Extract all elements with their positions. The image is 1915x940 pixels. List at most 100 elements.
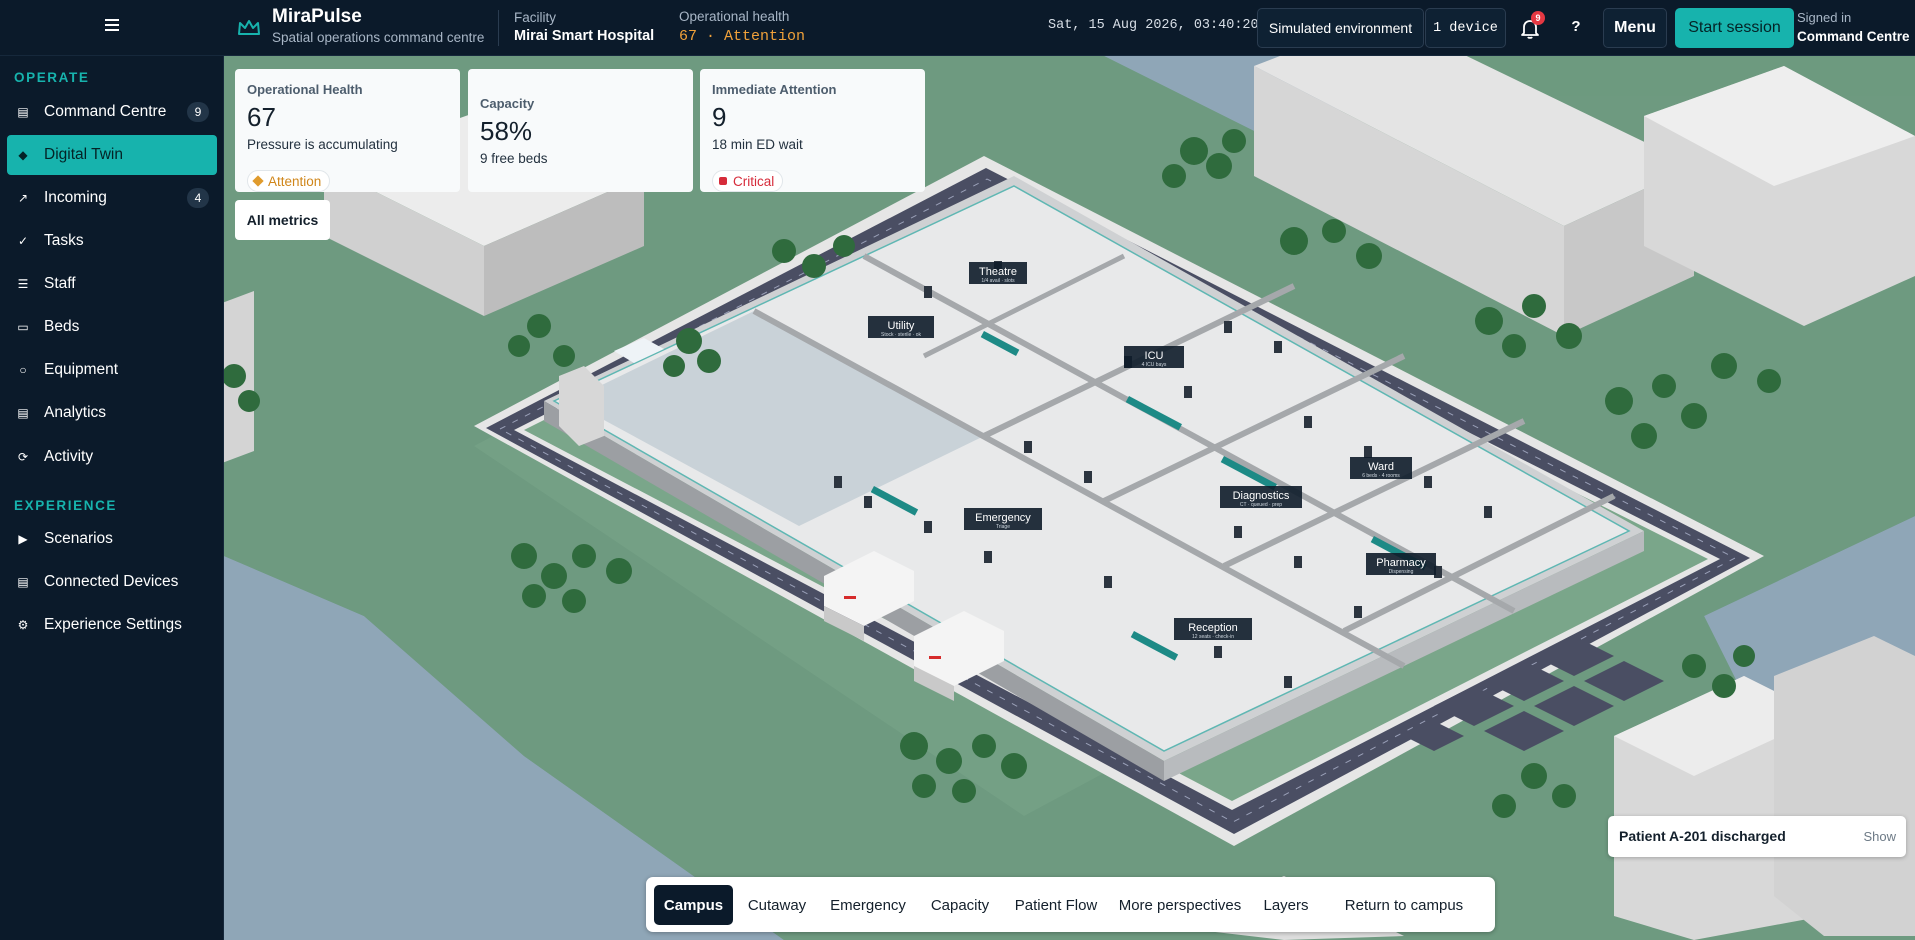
svg-text:12 seats · check-in: 12 seats · check-in xyxy=(1192,634,1234,640)
card-subtext: Pressure is accumulating xyxy=(247,137,398,152)
room-label-utility: Utility Stock · sterile · ok xyxy=(868,316,934,338)
play-icon: ▶ xyxy=(18,532,28,546)
view-emergency-button[interactable]: Emergency xyxy=(821,885,915,925)
sidebar-item-label: Incoming xyxy=(44,189,107,206)
notification-badge: 9 xyxy=(1531,11,1545,25)
sidebar-item-tasks[interactable]: ✓ Tasks xyxy=(7,221,217,261)
room-label-reception: Reception 12 seats · check-in xyxy=(1174,618,1252,640)
hamburger-menu-icon[interactable] xyxy=(103,16,121,38)
sidebar-item-label: Beds xyxy=(44,318,80,335)
diamond-icon xyxy=(252,175,264,187)
sidebar-item-analytics[interactable]: ▤ Analytics xyxy=(7,393,217,433)
svg-text:Theatre: Theatre xyxy=(979,266,1017,278)
facility-value: Mirai Smart Hospital xyxy=(514,28,655,44)
sidebar-item-activity[interactable]: ⟳ Activity xyxy=(7,437,217,477)
room-label-icu: ICU 4 ICU bays xyxy=(1124,346,1184,368)
datetime-display: Sat, 15 Aug 2026, 03:40:20 xyxy=(1048,18,1259,33)
grid-icon: ▤ xyxy=(17,105,29,119)
brand-subtitle: Spatial operations command centre xyxy=(272,30,485,45)
svg-text:Ward: Ward xyxy=(1368,461,1394,473)
card-subtext: 9 free beds xyxy=(480,151,548,166)
room-label-pharmacy: Pharmacy Dispensing xyxy=(1366,553,1436,575)
svg-text:1/4 avail · slots: 1/4 avail · slots xyxy=(981,278,1015,284)
view-patient-flow-button[interactable]: Patient Flow xyxy=(1005,885,1107,925)
sidebar-item-label: Digital Twin xyxy=(44,146,123,163)
card-title: Operational Health xyxy=(247,82,363,97)
perspective-bar: Campus Cutaway Emergency Capacity Patien… xyxy=(646,877,1495,932)
svg-text:Utility: Utility xyxy=(888,320,915,332)
more-perspectives-button[interactable]: More perspectives xyxy=(1110,885,1250,925)
facility-label: Facility xyxy=(514,10,557,25)
sidebar-item-digital-twin[interactable]: ◆ Digital Twin xyxy=(7,135,217,175)
card-subtext: 18 min ED wait xyxy=(712,137,803,152)
svg-text:Emergency: Emergency xyxy=(975,512,1031,524)
sidebar-item-label: Equipment xyxy=(44,361,119,378)
sidebar-item-incoming[interactable]: ↗ Incoming 4 xyxy=(7,178,217,218)
view-campus-button[interactable]: Campus xyxy=(654,885,733,925)
signed-in-value: Command Centre xyxy=(1797,29,1910,44)
card-operational-health[interactable]: Operational Health 67 Pressure is accumu… xyxy=(235,69,460,192)
sidebar-item-label: Analytics xyxy=(44,404,107,421)
room-label-diagnostics: Diagnostics CT · queued · prep xyxy=(1220,486,1302,508)
sidebar-item-experience-settings[interactable]: ⚙ Experience Settings xyxy=(7,605,217,645)
room-label-emergency: Emergency Triage xyxy=(964,508,1042,530)
health-value: 67 · Attention xyxy=(679,28,806,45)
sidebar-item-label: Tasks xyxy=(44,232,84,249)
square-icon xyxy=(719,177,727,185)
top-bar: MiraPulse Spatial operations command cen… xyxy=(0,0,1915,56)
card-capacity[interactable]: Capacity 58% 9 free beds xyxy=(468,69,693,192)
sidebar-item-label: Connected Devices xyxy=(44,573,179,590)
sidebar-item-equipment[interactable]: ○ Equipment xyxy=(7,350,217,390)
card-value: 67 xyxy=(247,102,276,132)
toast-message: Patient A-201 discharged xyxy=(1619,828,1786,844)
circle-icon: ○ xyxy=(19,363,27,377)
attention-chip: Attention xyxy=(247,170,331,192)
svg-text:Stock · sterile · ok: Stock · sterile · ok xyxy=(881,332,922,338)
card-title: Capacity xyxy=(480,96,535,111)
sidebar-item-label: Activity xyxy=(44,448,94,465)
card-immediate-attention[interactable]: Immediate Attention 9 18 min ED wait Cri… xyxy=(700,69,925,192)
sidebar-item-connected-devices[interactable]: ▤ Connected Devices xyxy=(7,562,217,602)
return-to-campus-button[interactable]: Return to campus xyxy=(1322,885,1486,925)
layers-button[interactable]: Layers xyxy=(1253,885,1319,925)
section-operate: OPERATE xyxy=(14,70,90,85)
refresh-icon: ⟳ xyxy=(17,450,29,464)
view-capacity-button[interactable]: Capacity xyxy=(918,885,1002,925)
card-value: 58% xyxy=(480,116,533,146)
svg-text:CT · queued · prep: CT · queued · prep xyxy=(1240,502,1282,508)
simulated-environment-button[interactable]: Simulated environment xyxy=(1257,8,1424,48)
sidebar-item-command-centre[interactable]: ▤ Command Centre 9 xyxy=(7,92,217,132)
sidebar-item-staff[interactable]: ☰ Staff xyxy=(7,264,217,304)
sidebar-item-label: Command Centre xyxy=(44,103,167,120)
notification-toast: Patient A-201 discharged Show xyxy=(1608,816,1906,857)
start-session-button[interactable]: Start session xyxy=(1675,8,1794,48)
room-label-ward: Ward 6 beds · 4 rooms xyxy=(1350,457,1412,479)
sidebar: OPERATE ▤ Command Centre 9 ◆ Digital Twi… xyxy=(0,56,224,940)
menu-button[interactable]: Menu xyxy=(1603,8,1667,48)
card-title: Immediate Attention xyxy=(712,82,837,97)
sidebar-item-label: Staff xyxy=(44,275,76,292)
list-icon: ☰ xyxy=(17,277,29,291)
gear-icon: ⚙ xyxy=(17,618,29,632)
svg-text:Triage: Triage xyxy=(996,524,1010,530)
chart-icon: ▤ xyxy=(17,406,29,420)
bed-icon: ▭ xyxy=(17,320,29,334)
card-value: 9 xyxy=(712,102,727,132)
arrow-icon: ↗ xyxy=(17,191,29,205)
svg-text:ICU: ICU xyxy=(1145,350,1164,362)
view-cutaway-button[interactable]: Cutaway xyxy=(737,885,817,925)
count-badge: 9 xyxy=(187,102,209,122)
health-label: Operational health xyxy=(679,9,790,24)
brand-title: MiraPulse xyxy=(272,6,362,27)
sidebar-item-label: Scenarios xyxy=(44,530,113,547)
all-metrics-button[interactable]: All metrics xyxy=(235,200,330,240)
sidebar-item-scenarios[interactable]: ▶ Scenarios xyxy=(7,519,217,559)
svg-text:6 beds · 4 rooms: 6 beds · 4 rooms xyxy=(1362,473,1400,479)
signed-in-label: Signed in xyxy=(1797,10,1852,25)
help-button[interactable]: ? xyxy=(1568,18,1584,35)
sidebar-item-label: Experience Settings xyxy=(44,616,182,633)
svg-text:Dispensing: Dispensing xyxy=(1389,569,1414,575)
toast-show-button[interactable]: Show xyxy=(1863,829,1896,844)
sidebar-item-beds[interactable]: ▭ Beds xyxy=(7,307,217,347)
devices-button[interactable]: 1 device xyxy=(1425,8,1506,48)
